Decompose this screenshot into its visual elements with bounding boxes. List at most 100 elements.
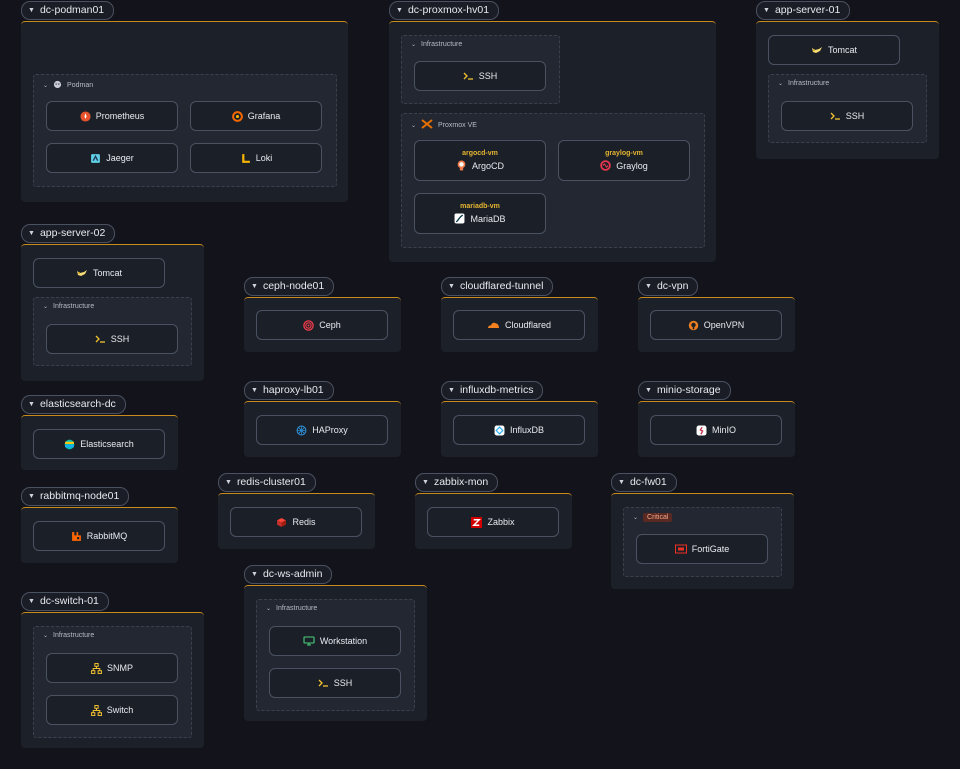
chevron-down-icon[interactable]: ⌄ <box>43 82 48 89</box>
service-loki[interactable]: Loki <box>190 143 322 173</box>
service-openvpn[interactable]: OpenVPN <box>650 310 782 340</box>
loki-icon <box>240 153 251 164</box>
chevron-down-icon[interactable]: ⌄ <box>43 303 48 310</box>
service-jaeger[interactable]: Jaeger <box>46 143 178 173</box>
host-card-haproxy-lb01: ▼ haproxy-lb01 HAProxy <box>244 381 401 457</box>
service-tomcat[interactable]: Tomcat <box>33 258 165 288</box>
service-fortigate[interactable]: FortiGate <box>636 534 768 564</box>
host-tag[interactable]: ▼ dc-switch-01 <box>21 592 109 611</box>
chevron-down-icon: ▼ <box>28 598 35 605</box>
service-ssh[interactable]: SSH <box>414 61 546 91</box>
host-card-dc-podman01: ▼ dc-podman01 ⌄ Podman Prometheus Grafana… <box>21 1 348 202</box>
network-icon <box>90 704 102 716</box>
service-haproxy[interactable]: HAProxy <box>256 415 388 445</box>
host-tag[interactable]: ▼ elasticsearch-dc <box>21 395 126 414</box>
service-graylog[interactable]: graylog-vm Graylog <box>558 140 690 181</box>
service-influxdb[interactable]: InfluxDB <box>453 415 585 445</box>
group-label: Infrastructure <box>53 632 95 639</box>
group-label: Infrastructure <box>53 303 95 310</box>
service-ssh[interactable]: SSH <box>269 668 401 698</box>
argocd-icon <box>456 160 467 171</box>
podman-icon <box>53 80 62 91</box>
monitor-icon <box>303 636 315 646</box>
group-infrastructure: ⌄ Infrastructure SSH <box>401 35 560 104</box>
service-prometheus[interactable]: Prometheus <box>46 101 178 131</box>
host-tag[interactable]: ▼ dc-ws-admin <box>244 565 333 584</box>
cloud-icon <box>487 321 500 329</box>
proxmox-icon <box>421 119 433 131</box>
influxdb-icon <box>494 425 505 436</box>
tomcat-icon <box>76 268 88 278</box>
service-ssh[interactable]: SSH <box>781 101 913 131</box>
host-card-ceph-node01: ▼ ceph-node01 Ceph <box>244 277 401 352</box>
service-workstation[interactable]: Workstation <box>269 626 401 656</box>
chevron-down-icon[interactable]: ⌄ <box>411 41 416 48</box>
group-label: Infrastructure <box>276 605 318 612</box>
chevron-down-icon: ▼ <box>645 387 652 394</box>
host-tag[interactable]: ▼ cloudflared-tunnel <box>441 277 554 296</box>
host-name: app-server-02 <box>39 227 106 239</box>
vm-label: mariadb-vm <box>460 203 500 210</box>
group-label: Proxmox VE <box>438 121 477 129</box>
group-label: Infrastructure <box>421 41 463 48</box>
host-name: dc-switch-01 <box>39 595 99 607</box>
chevron-down-icon: ▼ <box>448 387 455 394</box>
host-tag[interactable]: ▼ dc-vpn <box>638 277 699 296</box>
service-elasticsearch[interactable]: Elasticsearch <box>33 429 165 459</box>
host-tag[interactable]: ▼ zabbix-mon <box>415 473 499 492</box>
service-tomcat[interactable]: Tomcat <box>768 35 900 65</box>
host-tag[interactable]: ▼ app-server-02 <box>21 224 116 243</box>
host-name: rabbitmq-node01 <box>39 490 120 502</box>
host-name: app-server-01 <box>774 4 841 16</box>
group-infrastructure: ⌄ Infrastructure SNMP Switch <box>33 626 192 738</box>
terminal-icon <box>463 71 474 81</box>
vm-label: argocd-vm <box>462 150 498 157</box>
host-tag[interactable]: ▼ minio-storage <box>638 381 731 400</box>
rabbitmq-icon <box>71 531 82 542</box>
chevron-down-icon[interactable]: ⌄ <box>633 514 638 521</box>
host-tag[interactable]: ▼ haproxy-lb01 <box>244 381 334 400</box>
service-minio[interactable]: MinIO <box>650 415 782 445</box>
jaeger-icon <box>90 153 101 164</box>
group-infrastructure: ⌄ Infrastructure Workstation SSH <box>256 599 415 711</box>
service-ssh[interactable]: SSH <box>46 324 178 354</box>
prometheus-icon <box>80 110 91 122</box>
chevron-down-icon[interactable]: ⌄ <box>266 605 271 612</box>
service-snmp[interactable]: SNMP <box>46 653 178 683</box>
chevron-down-icon[interactable]: ⌄ <box>411 122 416 129</box>
chevron-down-icon: ▼ <box>448 283 455 290</box>
host-tag[interactable]: ▼ influxdb-metrics <box>441 381 544 400</box>
host-card-redis-cluster01: ▼ redis-cluster01 Redis <box>218 473 375 549</box>
host-tag[interactable]: ▼ dc-podman01 <box>21 1 115 20</box>
host-name: cloudflared-tunnel <box>459 280 544 292</box>
host-tag[interactable]: ▼ redis-cluster01 <box>218 473 316 492</box>
host-tag[interactable]: ▼ app-server-01 <box>756 1 851 20</box>
chevron-down-icon[interactable]: ⌄ <box>778 80 783 87</box>
host-card-minio-storage: ▼ minio-storage MinIO <box>638 381 795 457</box>
minio-icon <box>696 425 707 436</box>
chevron-down-icon: ▼ <box>251 571 258 578</box>
service-ceph[interactable]: Ceph <box>256 310 388 340</box>
service-cloudflared[interactable]: Cloudflared <box>453 310 585 340</box>
service-mariadb[interactable]: mariadb-vm MariaDB <box>414 193 546 234</box>
host-card-rabbitmq-node01: ▼ rabbitmq-node01 RabbitMQ <box>21 487 178 563</box>
host-tag[interactable]: ▼ rabbitmq-node01 <box>21 487 130 506</box>
host-card-dc-switch-01: ▼ dc-switch-01 ⌄ Infrastructure SNMP Switc… <box>21 592 204 748</box>
elasticsearch-icon <box>64 439 75 450</box>
host-tag[interactable]: ▼ dc-proxmox-hv01 <box>389 1 500 20</box>
chevron-down-icon[interactable]: ⌄ <box>43 632 48 639</box>
host-tag[interactable]: ▼ dc-fw01 <box>611 473 677 492</box>
service-switch[interactable]: Switch <box>46 695 178 725</box>
host-card-cloudflared-tunnel: ▼ cloudflared-tunnel Cloudflared <box>441 277 598 352</box>
openvpn-icon <box>688 320 699 331</box>
chevron-down-icon: ▼ <box>251 283 258 290</box>
grafana-icon <box>231 110 243 122</box>
host-name: dc-proxmox-hv01 <box>407 4 490 16</box>
group-label: Podman <box>67 82 94 89</box>
service-argocd[interactable]: argocd-vm ArgoCD <box>414 140 546 181</box>
host-tag[interactable]: ▼ ceph-node01 <box>244 277 335 296</box>
service-redis[interactable]: Redis <box>230 507 362 537</box>
service-grafana[interactable]: Grafana <box>190 101 322 131</box>
service-zabbix[interactable]: Zabbix <box>427 507 559 537</box>
service-rabbitmq[interactable]: RabbitMQ <box>33 521 165 551</box>
